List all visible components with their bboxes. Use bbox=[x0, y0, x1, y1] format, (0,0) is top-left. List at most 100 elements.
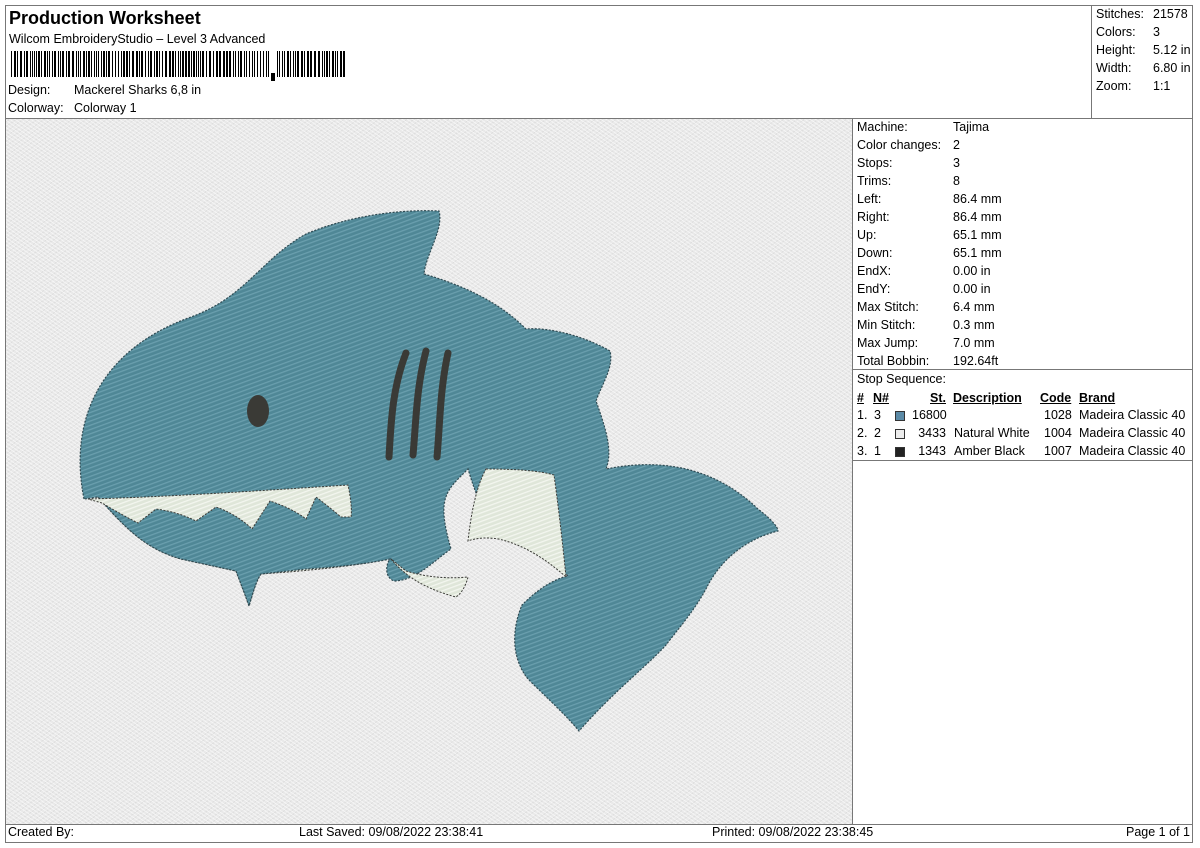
info-label: Trims: bbox=[857, 174, 892, 188]
stat-colors: Colors: 3 bbox=[1096, 25, 1160, 39]
barcode-bar bbox=[254, 51, 255, 77]
info-label: Up: bbox=[857, 228, 877, 242]
info-value: 0.3 mm bbox=[953, 318, 995, 332]
barcode-bar bbox=[52, 51, 53, 77]
info-value: 3 bbox=[953, 156, 960, 170]
barcode-bar bbox=[193, 51, 195, 77]
info-divider bbox=[852, 369, 1193, 370]
barcode-bar bbox=[290, 51, 291, 77]
barcode-bar bbox=[11, 51, 12, 77]
barcode-bar bbox=[88, 51, 90, 77]
info-label: Max Stitch: bbox=[857, 300, 919, 314]
barcode-bar bbox=[268, 51, 269, 77]
barcode-bar bbox=[41, 51, 42, 77]
colorway-row: Colorway: Colorway 1 bbox=[8, 101, 137, 115]
barcode-bar bbox=[324, 51, 325, 77]
col-header-num: # bbox=[857, 391, 864, 405]
barcode-bar bbox=[226, 51, 228, 77]
info-label: Down: bbox=[857, 246, 893, 260]
seq-description: Amber Black bbox=[954, 444, 1025, 458]
color-swatch bbox=[895, 411, 905, 421]
seq-code: 1004 bbox=[1044, 426, 1072, 440]
stat-stitches: Stitches: 21578 bbox=[1096, 7, 1188, 21]
barcode-bar bbox=[235, 51, 236, 77]
barcode-bar bbox=[266, 51, 267, 77]
barcode-bar bbox=[213, 51, 214, 77]
shark-design bbox=[79, 210, 779, 732]
seq-needle: 1 bbox=[874, 444, 881, 458]
stat-value: 21578 bbox=[1153, 7, 1188, 21]
barcode-bar bbox=[20, 51, 22, 77]
barcode-bar bbox=[282, 51, 283, 77]
barcode-bar bbox=[103, 51, 105, 77]
info-row: Total Bobbin: 192.64ft bbox=[857, 354, 998, 368]
colorway-label: Colorway: bbox=[8, 101, 64, 115]
barcode-bar bbox=[277, 51, 278, 77]
barcode-bar bbox=[257, 51, 258, 77]
barcode-bar bbox=[249, 51, 250, 77]
info-label: Stops: bbox=[857, 156, 893, 170]
info-row: Max Stitch: 6.4 mm bbox=[857, 300, 995, 314]
barcode-bar bbox=[154, 51, 155, 77]
barcode-bar bbox=[14, 51, 16, 77]
barcode-bar bbox=[209, 51, 211, 77]
shark-fin-white bbox=[467, 468, 567, 579]
barcode-bar bbox=[96, 51, 97, 77]
barcode-bar bbox=[337, 51, 338, 77]
barcode-bar bbox=[72, 51, 74, 77]
info-label: Right: bbox=[857, 210, 890, 224]
barcode-bar bbox=[47, 51, 48, 77]
barcode-bar bbox=[238, 51, 239, 77]
stat-label: Width: bbox=[1096, 61, 1132, 75]
barcode-bar bbox=[178, 51, 179, 77]
barcode-bar bbox=[98, 51, 99, 77]
barcode-bar bbox=[252, 51, 253, 77]
info-label: Max Jump: bbox=[857, 336, 919, 350]
barcode-bar bbox=[76, 51, 77, 77]
barcode-bar bbox=[148, 51, 149, 77]
stats-panel: Stitches: 21578 Colors: 3 Height: 5.12 in W… bbox=[1091, 5, 1194, 118]
info-label: EndY: bbox=[857, 282, 891, 296]
barcode-bar bbox=[198, 51, 199, 77]
barcode-bar bbox=[335, 51, 336, 77]
barcode-bar bbox=[132, 51, 134, 77]
stat-label: Zoom: bbox=[1096, 79, 1132, 93]
info-label: Machine: bbox=[857, 120, 908, 134]
col-header-code: Code bbox=[1040, 391, 1072, 405]
barcode-bar bbox=[263, 51, 264, 77]
info-value: 6.4 mm bbox=[953, 300, 995, 314]
barcode-bar bbox=[297, 51, 299, 77]
info-value: 86.4 mm bbox=[953, 192, 1002, 206]
barcode-bar bbox=[329, 51, 330, 77]
seq-brand: Madeira Classic 40 bbox=[1079, 426, 1186, 440]
color-swatch bbox=[895, 429, 905, 439]
seq-stitches: 1343 bbox=[918, 444, 946, 458]
sequence-divider bbox=[852, 460, 1193, 461]
info-value: 65.1 mm bbox=[953, 246, 1002, 260]
barcode-bar bbox=[343, 51, 345, 77]
seq-stitches: 3433 bbox=[918, 426, 946, 440]
barcode-bar bbox=[326, 51, 328, 77]
barcode-bar bbox=[44, 51, 46, 77]
design-row: Design: Mackerel Sharks 6,8 in bbox=[8, 83, 201, 97]
barcode-bar bbox=[295, 51, 296, 77]
barcode-bar bbox=[121, 51, 122, 77]
barcode-bar bbox=[159, 51, 160, 77]
page-title: Production Worksheet bbox=[9, 8, 201, 28]
barcode-bar bbox=[112, 51, 113, 77]
barcode-bar bbox=[26, 51, 28, 77]
seq-code: 1007 bbox=[1044, 444, 1072, 458]
printed-date: Printed: 09/08/2022 23:38:45 bbox=[712, 825, 874, 839]
barcode-bar bbox=[202, 51, 204, 77]
barcode-bar bbox=[123, 51, 125, 77]
info-label: EndX: bbox=[857, 264, 892, 278]
info-row: Machine: Tajima bbox=[857, 120, 989, 134]
stat-width: Width: 6.80 in bbox=[1096, 61, 1191, 75]
design-preview bbox=[6, 119, 852, 824]
stat-value: 3 bbox=[1153, 25, 1160, 39]
barcode-bar bbox=[169, 51, 171, 77]
info-row: Right: 86.4 mm bbox=[857, 210, 1002, 224]
seq-num: 2. bbox=[857, 426, 868, 440]
stat-height: Height: 5.12 in bbox=[1096, 43, 1191, 57]
barcode-bar bbox=[156, 51, 158, 77]
